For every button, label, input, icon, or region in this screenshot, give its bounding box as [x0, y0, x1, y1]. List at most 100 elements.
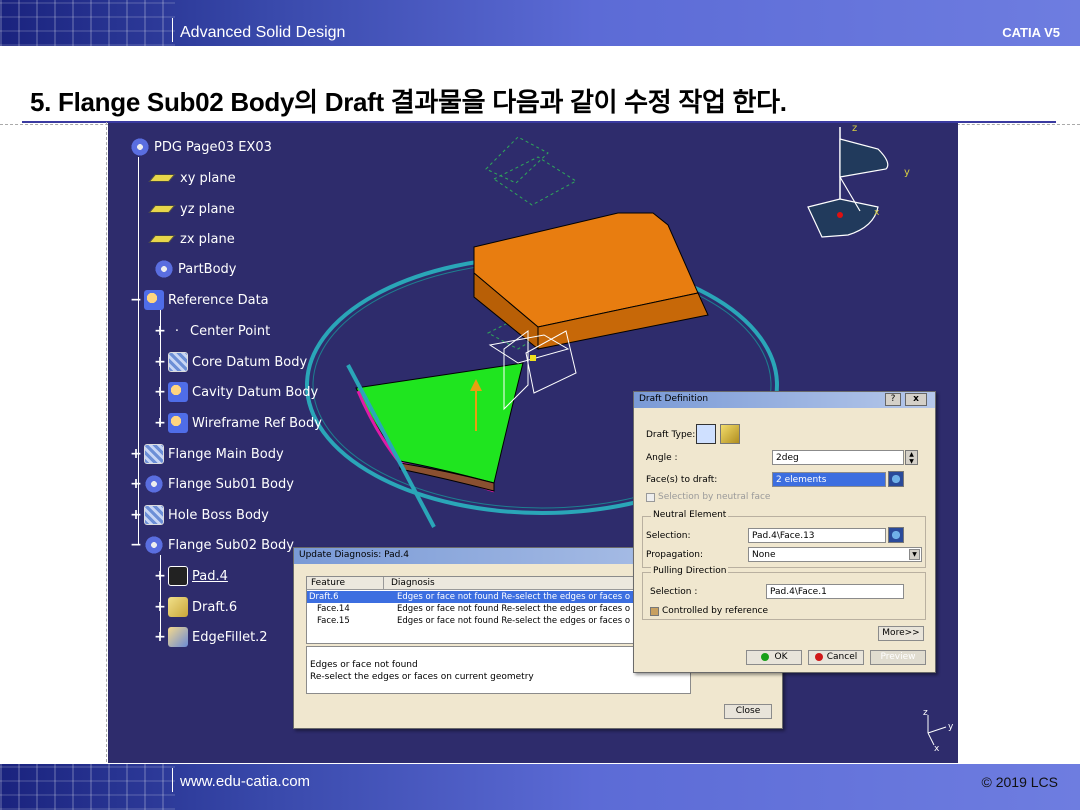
tree-item-core-datum-body[interactable]: + Core Datum Body	[154, 351, 307, 373]
compass-widget[interactable]: z y x	[807, 123, 910, 238]
tree-item-reference-data[interactable]: − Reference Data	[130, 289, 269, 311]
tree-item-draft6[interactable]: + Draft.6	[154, 596, 237, 618]
tree-item-cavity-datum-body[interactable]: + Cavity Datum Body	[154, 381, 318, 403]
draft-icon	[168, 597, 188, 617]
propagation-select[interactable]: None ▼	[748, 547, 922, 562]
diagnosis-table[interactable]: Feature Diagnosis Draft.6 Edges or face …	[306, 576, 637, 644]
tree-item-partbody[interactable]: PartBody	[154, 258, 236, 280]
collapse-icon[interactable]: −	[130, 538, 142, 552]
expand-icon[interactable]: +	[154, 569, 166, 583]
table-row[interactable]: Face.15 Edges or face not found Re-selec…	[307, 615, 635, 627]
ok-button[interactable]: OK	[746, 650, 802, 665]
catia-viewport[interactable]: z y x z y x PDG Page03 EX03 xy plane y z	[108, 123, 958, 763]
neutral-face-checkbox[interactable]	[646, 493, 655, 502]
svg-text:z: z	[923, 708, 928, 718]
expand-icon[interactable]: +	[130, 447, 142, 461]
body-icon	[168, 413, 188, 433]
expand-icon[interactable]: +	[154, 324, 166, 338]
tree-item-hole-boss-body[interactable]: + Hole Boss Body	[130, 504, 269, 526]
brand-label: CATIA V5	[1002, 25, 1060, 40]
reference-icon	[144, 290, 164, 310]
angle-spinner[interactable]: ▲ ▼	[905, 450, 918, 465]
guide-line-v	[106, 122, 107, 762]
header-pattern	[0, 0, 175, 46]
tree-item-pad4[interactable]: + Pad.4	[154, 565, 228, 587]
expand-icon[interactable]: +	[154, 355, 166, 369]
pull-selection-label: Selection :	[650, 587, 698, 597]
variable-angle-icon[interactable]	[720, 424, 740, 444]
col-diagnosis: Diagnosis	[391, 578, 435, 588]
plane-icon	[148, 174, 176, 182]
fillet-icon	[168, 627, 188, 647]
pad-icon	[168, 566, 188, 586]
angle-input[interactable]: 2deg	[772, 450, 904, 465]
draft-definition-dialog[interactable]: Draft Definition ? x Draft Type: Angle :…	[633, 391, 936, 673]
help-button[interactable]: ?	[885, 393, 901, 406]
expand-icon[interactable]: +	[154, 630, 166, 644]
close-icon[interactable]: x	[905, 393, 927, 406]
tree-item-flange-main-body[interactable]: + Flange Main Body	[130, 443, 284, 465]
header-separator	[172, 18, 173, 42]
collapse-icon[interactable]: −	[130, 293, 142, 307]
tree-item-flange-sub02-body[interactable]: − Flange Sub02 Body	[130, 534, 294, 556]
page-heading: 5. Flange Sub02 Body의 Draft 결과물을 다음과 같이 …	[30, 87, 787, 117]
close-button[interactable]: Close	[724, 704, 772, 719]
chevron-down-icon[interactable]: ▼	[909, 549, 920, 560]
select-neutral-icon[interactable]	[888, 527, 904, 543]
plane-outline-1	[485, 136, 549, 184]
footer-url[interactable]: www.edu-catia.com	[180, 773, 310, 790]
axis-triad: z y x	[923, 708, 954, 754]
table-header: Feature Diagnosis	[307, 577, 637, 590]
tree-root[interactable]: PDG Page03 EX03	[130, 136, 272, 158]
table-row[interactable]: Draft.6 Edges or face not found Re-selec…	[307, 591, 635, 603]
expand-icon[interactable]: +	[154, 600, 166, 614]
plane-icon	[148, 235, 176, 243]
col-feature: Feature	[311, 578, 346, 588]
controlled-checkbox[interactable]	[650, 607, 659, 616]
footer-bar: www.edu-catia.com © 2019 LCS	[0, 764, 1080, 810]
select-faces-icon[interactable]	[888, 471, 904, 487]
more-button[interactable]: More>>	[878, 626, 924, 641]
table-row[interactable]: Face.14 Edges or face not found Re-selec…	[307, 603, 635, 615]
footer-separator	[172, 768, 173, 792]
part-icon	[130, 137, 150, 157]
preview-button[interactable]: Preview	[870, 650, 926, 665]
origin-marker	[530, 355, 536, 361]
header-bar: Advanced Solid Design CATIA V5	[0, 0, 1080, 46]
tree-item-edgefillet2[interactable]: + EdgeFillet.2	[154, 626, 268, 648]
compass-y: y	[904, 167, 910, 178]
neutral-face-label: Selection by neutral face	[658, 492, 771, 502]
neutral-selection-field[interactable]: Pad.4\Face.13	[748, 528, 886, 543]
point-icon: ·	[174, 323, 180, 339]
body-icon	[168, 382, 188, 402]
compass-x: x	[874, 208, 880, 218]
footer-copyright: © 2019 LCS	[981, 774, 1058, 790]
expand-icon[interactable]: +	[130, 508, 142, 522]
dialog-title: Draft Definition ? x	[634, 392, 935, 408]
tree-item-xy-plane[interactable]: xy plane	[148, 167, 236, 189]
course-title: Advanced Solid Design	[180, 24, 346, 41]
tree-item-flange-sub01-body[interactable]: + Flange Sub01 Body	[130, 473, 294, 495]
expand-icon[interactable]: +	[130, 477, 142, 491]
expand-icon[interactable]: +	[154, 385, 166, 399]
expand-icon[interactable]: +	[154, 416, 166, 430]
tree-item-zx-plane[interactable]: zx plane	[148, 228, 235, 250]
tree-item-center-point[interactable]: + · Center Point	[154, 320, 270, 342]
svg-text:x: x	[934, 744, 940, 754]
controlled-label: Controlled by reference	[662, 606, 769, 616]
body-icon	[144, 444, 164, 464]
tree-item-wireframe-ref-body[interactable]: + Wireframe Ref Body	[154, 412, 322, 434]
pull-selection-field[interactable]: Pad.4\Face.1	[766, 584, 904, 599]
ok-icon	[760, 652, 769, 661]
angle-label: Angle :	[646, 453, 678, 463]
tree-item-yz-plane[interactable]: yz plane	[148, 198, 235, 220]
cancel-button[interactable]: Cancel	[808, 650, 864, 665]
body-icon	[144, 505, 164, 525]
compass-z: z	[852, 123, 857, 134]
constant-angle-icon[interactable]	[696, 424, 716, 444]
faces-field[interactable]: 2 elements	[772, 472, 886, 487]
body-icon	[154, 259, 174, 279]
plane-icon	[148, 205, 176, 213]
selection-label: Selection:	[646, 531, 691, 541]
faces-label: Face(s) to draft:	[646, 475, 718, 485]
